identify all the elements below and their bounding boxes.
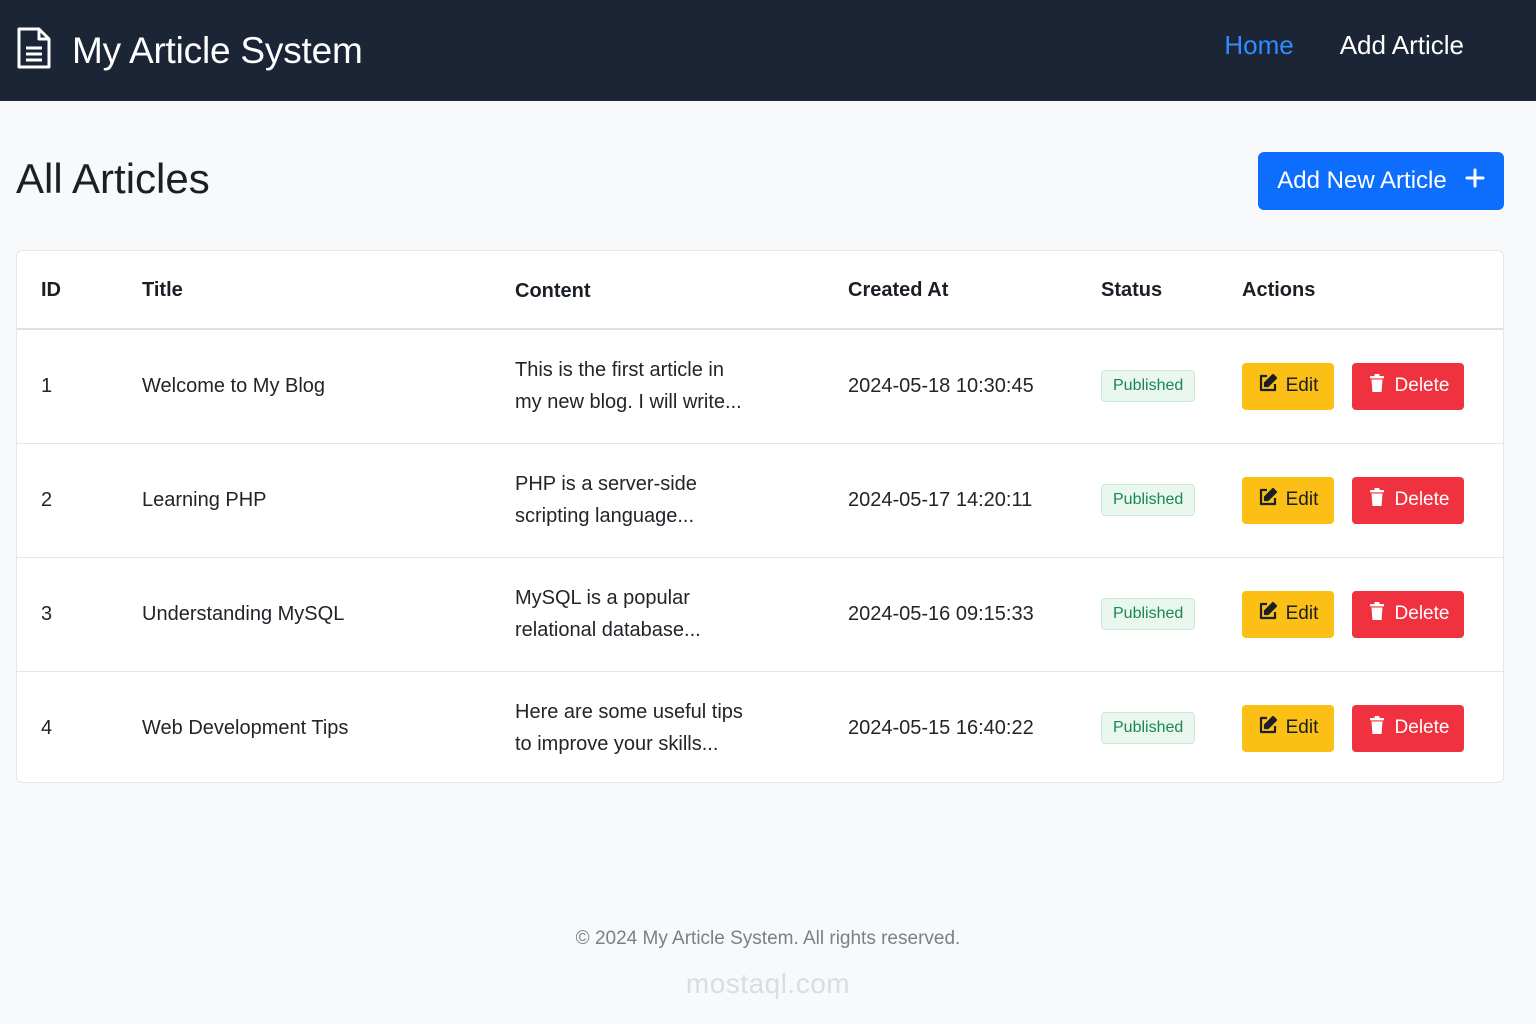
document-icon [16,26,52,75]
header-row: ID Title Content Created At Status Actio… [17,251,1503,330]
table-row: 3 Understanding MySQL MySQL is a popular… [17,557,1503,671]
cell-id: 1 [41,374,53,397]
cell-content: PHP is a server-side scripting language.… [515,473,697,527]
articles-card: ID Title Content Created At Status Actio… [16,250,1504,783]
header-created-at: Created At [848,251,1101,330]
cell-content: This is the first article in my new blog… [515,359,742,414]
delete-button[interactable]: Delete [1352,590,1464,638]
trash-icon [1367,373,1387,399]
edit-icon [1258,373,1278,399]
edit-label: Edit [1285,603,1319,624]
cell-actions: Edit Delete [1242,443,1503,557]
cell-content-wrap: MySQL is a popular relational database..… [515,557,848,671]
table-row: 1 Welcome to My Blog This is the first a… [17,329,1503,443]
brand-title: My Article System [72,29,363,71]
table-row: 4 Web Development Tips Here are some use… [17,671,1503,782]
edit-icon [1258,715,1278,741]
add-new-article-button[interactable]: Add New Article [1258,152,1504,210]
status-badge: Published [1101,370,1196,403]
actions-group: Edit Delete [1242,476,1503,524]
actions-group: Edit Delete [1242,362,1503,410]
cell-id: 3 [41,602,53,625]
nav-link-home[interactable]: Home [1224,30,1293,61]
nav-link-add-article[interactable]: Add Article [1340,30,1464,61]
cell-status-wrap: Published [1101,329,1242,443]
cell-title: Learning PHP [142,488,267,511]
edit-label: Edit [1285,717,1319,739]
actions-group: Edit Delete [1242,590,1503,638]
trash-icon [1367,715,1387,741]
cell-content: Here are some useful tips to improve you… [515,701,743,756]
cell-actions: Edit Delete [1242,557,1503,671]
delete-label: Delete [1394,375,1450,397]
watermark: mostaql.com [685,968,851,999]
cell-status-wrap: Published [1101,557,1242,671]
actions-group: Edit Delete [1242,704,1503,752]
status-badge: Published [1101,712,1196,745]
cell-created-at: 2024-05-16 09:15:33 [848,602,1034,625]
cell-created-at: 2024-05-17 14:20:11 [848,488,1033,511]
edit-button[interactable]: Edit [1242,704,1334,752]
cell-id: 4 [41,716,53,739]
header-status: Status [1101,251,1242,330]
header-content: Content [515,251,848,330]
header-id: ID [17,251,142,330]
add-new-article-label: Add New Article [1277,167,1447,194]
cell-content-wrap: This is the first article in my new blog… [515,329,848,443]
cell-actions: Edit Delete [1242,329,1503,443]
delete-label: Delete [1394,603,1450,624]
brand-link[interactable]: My Article System [16,26,363,75]
cell-content-wrap: Here are some useful tips to improve you… [515,671,848,782]
table-row: 2 Learning PHP PHP is a server-side scri… [17,443,1503,557]
edit-icon [1258,601,1278,627]
cell-content-wrap: PHP is a server-side scripting language.… [515,443,848,557]
cell-title: Welcome to My Blog [142,374,326,397]
delete-label: Delete [1394,717,1450,739]
cell-created-at: 2024-05-15 16:40:22 [848,716,1034,739]
cell-content: MySQL is a popular relational database..… [515,587,701,641]
table-header: ID Title Content Created At Status Actio… [17,251,1503,330]
edit-icon [1258,487,1278,513]
delete-button[interactable]: Delete [1352,362,1464,410]
status-badge: Published [1101,484,1196,516]
articles-table: ID Title Content Created At Status Actio… [17,251,1503,782]
plus-icon [1465,167,1485,195]
header-title: Title [142,251,515,330]
edit-button[interactable]: Edit [1242,590,1334,638]
trash-icon [1367,601,1387,627]
cell-created-at: 2024-05-18 10:30:45 [848,374,1034,397]
edit-button[interactable]: Edit [1242,476,1334,524]
cell-id: 2 [41,488,53,511]
cell-status-wrap: Published [1101,443,1242,557]
table-body: 1 Welcome to My Blog This is the first a… [17,329,1503,782]
nav-links: Home Add Article [1224,30,1464,61]
delete-button[interactable]: Delete [1352,704,1464,752]
header-actions: Actions [1242,251,1503,330]
status-badge: Published [1101,598,1196,630]
footer-copyright: © 2024 My Article System. All rights res… [575,928,961,949]
delete-button[interactable]: Delete [1352,476,1464,524]
navbar: My Article System Home Add Article [0,0,1536,101]
cell-title: Web Development Tips [142,716,349,739]
edit-button[interactable]: Edit [1242,362,1334,410]
cell-title: Understanding MySQL [142,602,345,625]
cell-actions: Edit Delete [1242,671,1503,782]
edit-label: Edit [1285,375,1319,397]
delete-label: Delete [1394,489,1450,510]
page-title: All Articles [16,155,210,202]
cell-status-wrap: Published [1101,671,1242,782]
trash-icon [1367,487,1387,513]
edit-label: Edit [1285,489,1319,510]
